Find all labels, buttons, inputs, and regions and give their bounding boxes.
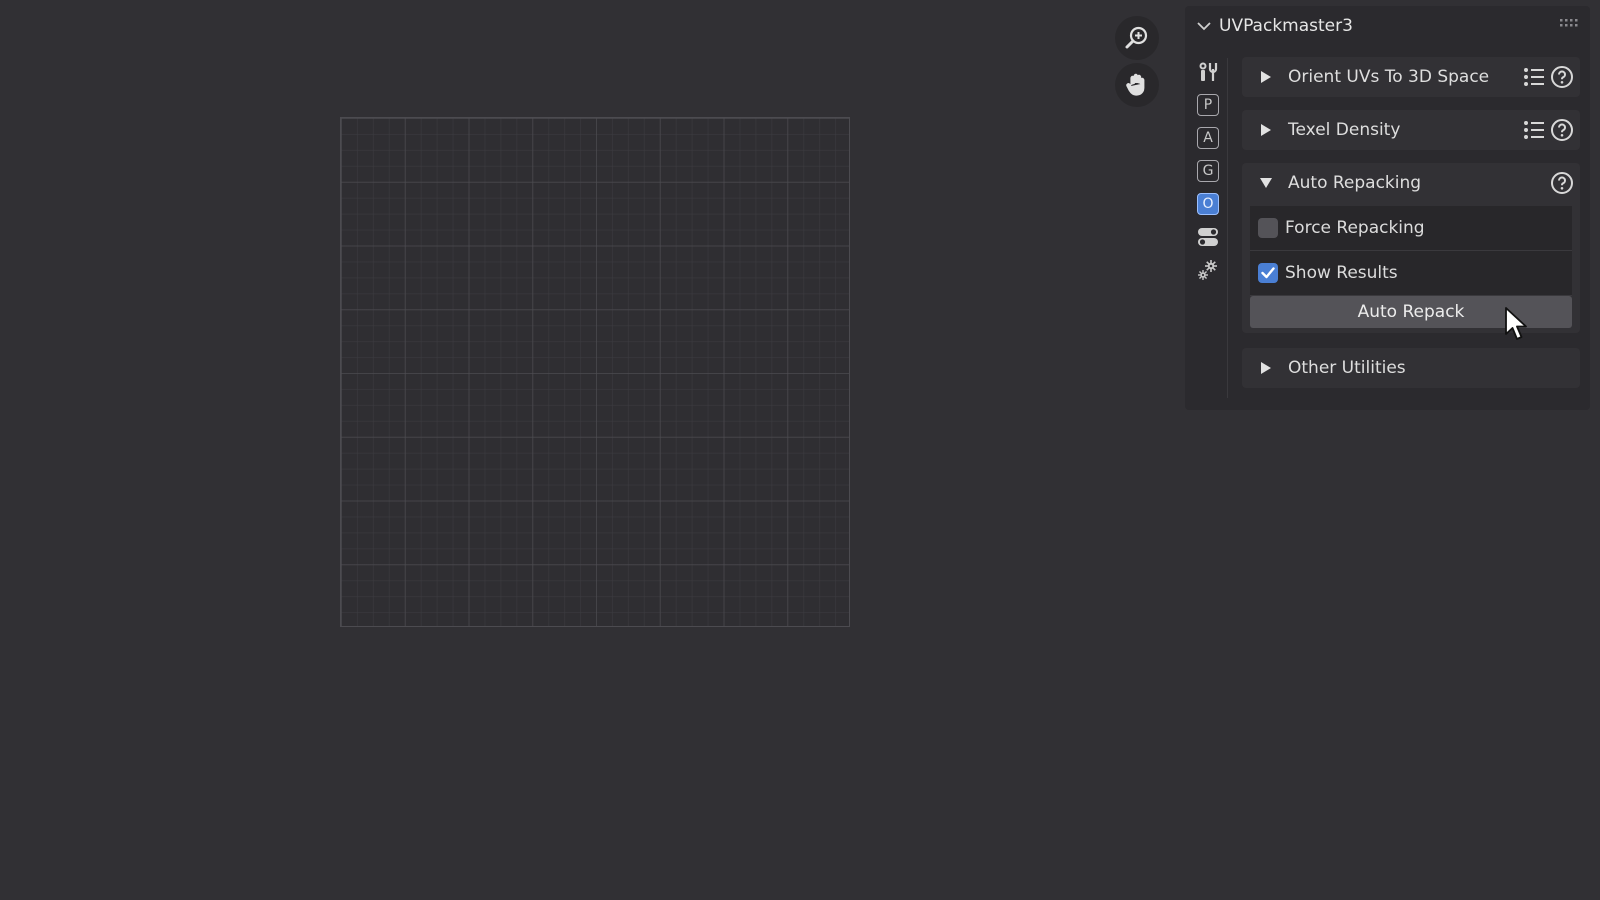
show-results-checkbox[interactable] bbox=[1258, 263, 1278, 283]
force-repacking-checkbox[interactable] bbox=[1258, 218, 1278, 238]
checkmark-icon bbox=[1261, 267, 1275, 279]
zoom-icon bbox=[1125, 26, 1148, 49]
subpanel-texel-density-header[interactable]: Texel Density bbox=[1242, 110, 1580, 150]
uvpackmaster-panel: UVPackmaster3 P A G O Orient UVs To 3D S… bbox=[1185, 6, 1590, 410]
show-results-label: Show Results bbox=[1285, 263, 1398, 283]
gear-icon bbox=[1198, 260, 1217, 280]
force-repacking-label: Force Repacking bbox=[1285, 218, 1425, 238]
chevron-down-icon[interactable] bbox=[1195, 17, 1213, 35]
uv-grid bbox=[340, 117, 850, 627]
tab-o-label: O bbox=[1197, 193, 1219, 215]
show-results-row[interactable]: Show Results bbox=[1250, 251, 1572, 296]
help-icon[interactable] bbox=[1550, 65, 1574, 89]
triangle-right-icon[interactable] bbox=[1258, 122, 1274, 138]
toggles-icon bbox=[1198, 228, 1218, 246]
mouse-cursor-icon bbox=[1505, 307, 1527, 340]
tab-a-label: A bbox=[1197, 127, 1219, 149]
tab-g-label: G bbox=[1197, 160, 1219, 182]
uv-editor-viewport[interactable]: UVPackmaster3 P A G O Orient UVs To 3D S… bbox=[0, 0, 1600, 900]
subpanel-label: Orient UVs To 3D Space bbox=[1288, 67, 1490, 87]
tools-icon bbox=[1199, 62, 1218, 81]
triangle-right-icon[interactable] bbox=[1258, 69, 1274, 85]
help-icon[interactable] bbox=[1550, 171, 1574, 195]
subpanel-other-utilities-header[interactable]: Other Utilities bbox=[1242, 348, 1580, 388]
subpanel-other-utilities: Other Utilities bbox=[1242, 348, 1580, 388]
subpanel-orient-uvs: Orient UVs To 3D Space bbox=[1242, 57, 1580, 97]
subpanel-label: Texel Density bbox=[1288, 120, 1401, 140]
tab-a[interactable]: A bbox=[1194, 124, 1222, 152]
tab-o[interactable]: O bbox=[1194, 190, 1222, 218]
subpanel-auto-repacking-header[interactable]: Auto Repacking bbox=[1242, 163, 1580, 203]
list-icon[interactable] bbox=[1522, 65, 1546, 89]
tab-p[interactable]: P bbox=[1194, 91, 1222, 119]
tab-toggles[interactable] bbox=[1194, 223, 1222, 251]
tab-p-label: P bbox=[1197, 94, 1219, 116]
triangle-right-icon[interactable] bbox=[1258, 360, 1274, 376]
subpanel-label: Other Utilities bbox=[1288, 358, 1406, 378]
panel-header[interactable]: UVPackmaster3 bbox=[1185, 6, 1590, 46]
list-icon[interactable] bbox=[1522, 118, 1546, 142]
subpanel-orient-uvs-header[interactable]: Orient UVs To 3D Space bbox=[1242, 57, 1580, 97]
panel-title: UVPackmaster3 bbox=[1219, 16, 1353, 36]
zoom-button[interactable] bbox=[1115, 16, 1159, 60]
force-repacking-row[interactable]: Force Repacking bbox=[1250, 206, 1572, 251]
tab-tools[interactable] bbox=[1194, 58, 1222, 86]
help-icon[interactable] bbox=[1550, 118, 1574, 142]
subpanel-label: Auto Repacking bbox=[1288, 173, 1422, 193]
panel-tab-strip: P A G O bbox=[1191, 58, 1228, 398]
tab-settings[interactable] bbox=[1194, 256, 1222, 284]
tab-g[interactable]: G bbox=[1194, 157, 1222, 185]
pan-button[interactable] bbox=[1115, 63, 1159, 107]
drag-handle-icon[interactable] bbox=[1560, 18, 1578, 28]
subpanel-texel-density: Texel Density bbox=[1242, 110, 1580, 150]
pan-hand-icon bbox=[1126, 73, 1145, 96]
triangle-down-icon[interactable] bbox=[1258, 175, 1274, 191]
